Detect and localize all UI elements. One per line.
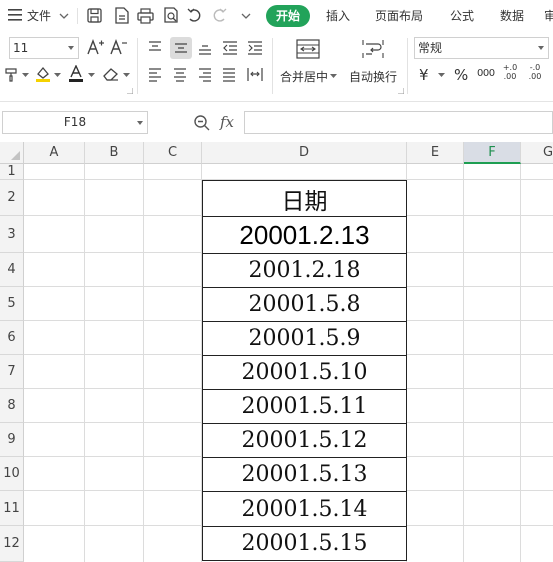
print-preview-icon[interactable]: [163, 7, 179, 24]
decrease-indent-icon[interactable]: [222, 41, 238, 55]
tab-home[interactable]: 开始: [266, 5, 310, 27]
clear-format-icon[interactable]: [102, 66, 120, 82]
row-header-8[interactable]: 8: [0, 389, 24, 423]
row-header-5[interactable]: 5: [0, 287, 24, 321]
cell-d9[interactable]: 20001.5.12: [202, 423, 407, 458]
file-menu[interactable]: 文件: [27, 0, 51, 32]
align-right-icon[interactable]: [198, 68, 212, 82]
chevron-down-icon[interactable]: [22, 73, 29, 77]
font-size-value: 11: [13, 41, 29, 55]
row-header-6[interactable]: 6: [0, 321, 24, 355]
row-header-10[interactable]: 10: [0, 457, 24, 491]
chevron-down-icon[interactable]: [88, 73, 95, 77]
cell-d11[interactable]: 20001.5.14: [202, 491, 407, 527]
row-header-2[interactable]: 2: [0, 180, 24, 216]
row-header-1[interactable]: 1: [0, 164, 24, 180]
tab-insert[interactable]: 插入: [326, 0, 350, 32]
cell-d4[interactable]: 2001.2.18: [202, 253, 407, 288]
tab-review[interactable]: 审: [544, 0, 553, 32]
increase-decimal-button[interactable]: +.0 .00: [501, 63, 519, 81]
align-left-icon[interactable]: [148, 68, 162, 82]
format-painter-icon[interactable]: [4, 66, 20, 82]
name-box[interactable]: F18: [2, 111, 148, 134]
cell-d6[interactable]: 20001.5.9: [202, 321, 407, 356]
cell-d12[interactable]: 20001.5.15: [202, 526, 407, 561]
redo-icon[interactable]: [212, 8, 227, 23]
menu-icon[interactable]: [8, 9, 22, 21]
cell-d8[interactable]: 20001.5.11: [202, 389, 407, 424]
row-header-3[interactable]: 3: [0, 216, 24, 253]
justify-icon[interactable]: [222, 68, 236, 82]
tab-page-layout[interactable]: 页面布局: [375, 0, 423, 32]
number-format-select[interactable]: 常规: [414, 37, 549, 59]
thousands-button[interactable]: 000: [477, 68, 495, 79]
column-header-g[interactable]: G: [521, 142, 553, 164]
print-icon[interactable]: [137, 8, 154, 24]
dialog-launcher-icon[interactable]: [127, 88, 133, 94]
distributed-align-icon[interactable]: [247, 67, 263, 82]
column-header-e[interactable]: E: [407, 142, 464, 164]
row-header-7[interactable]: 7: [0, 355, 24, 389]
merge-center-icon[interactable]: [296, 39, 320, 59]
currency-button[interactable]: ¥: [419, 66, 429, 84]
wrap-text-icon[interactable]: [362, 39, 384, 59]
align-middle-icon[interactable]: [174, 41, 188, 55]
fx-button[interactable]: fx: [220, 113, 234, 131]
percent-button[interactable]: %: [454, 66, 468, 84]
row-header-11[interactable]: 11: [0, 491, 24, 526]
select-all-corner[interactable]: [0, 142, 24, 164]
save-icon[interactable]: [87, 8, 102, 23]
column-header-f[interactable]: F: [464, 142, 521, 164]
export-pdf-icon[interactable]: [114, 7, 129, 24]
align-bottom-icon[interactable]: [198, 41, 212, 55]
chevron-down-icon[interactable]: [123, 73, 130, 77]
decrease-font-icon[interactable]: [110, 39, 128, 55]
spreadsheet-grid: A B C D E F G 1 2 3 4 5 6 7 8 9 10 11 12…: [0, 142, 553, 562]
tab-data[interactable]: 数据: [500, 0, 524, 32]
formula-input[interactable]: [244, 111, 553, 134]
name-box-value: F18: [63, 115, 87, 129]
menu-bar: 文件 开始 插入 页面布局 公式 数据 审: [0, 0, 553, 32]
undo-icon[interactable]: [187, 8, 202, 23]
column-header-c[interactable]: C: [144, 142, 202, 164]
row-header-12[interactable]: 12: [0, 526, 24, 562]
zoom-icon[interactable]: [193, 114, 211, 132]
row-header-4[interactable]: 4: [0, 253, 24, 287]
row-header-9[interactable]: 9: [0, 423, 24, 457]
font-size-select[interactable]: 11: [9, 37, 79, 59]
cell-d10[interactable]: 20001.5.13: [202, 457, 407, 492]
column-header-b[interactable]: B: [85, 142, 144, 164]
increase-indent-icon[interactable]: [247, 41, 263, 55]
column-header-a[interactable]: A: [24, 142, 85, 164]
ribbon-divider: [0, 101, 553, 102]
dialog-launcher-icon[interactable]: [398, 88, 404, 94]
merge-center-label[interactable]: 合并居中: [280, 68, 328, 85]
chevron-down-icon[interactable]: [54, 73, 61, 77]
increase-font-icon[interactable]: [87, 39, 105, 55]
tab-formulas[interactable]: 公式: [450, 0, 474, 32]
align-top-icon[interactable]: [148, 41, 162, 55]
cell-d7[interactable]: 20001.5.10: [202, 355, 407, 390]
wrap-text-label[interactable]: 自动换行: [349, 68, 397, 85]
column-header-d[interactable]: D: [202, 142, 407, 164]
formula-bar: F18 fx: [0, 108, 553, 138]
cell-d5[interactable]: 20001.5.8: [202, 287, 407, 322]
cell-d2-date-header[interactable]: 日期: [202, 180, 407, 217]
number-format-value: 常规: [418, 41, 443, 55]
chevron-down-icon[interactable]: [59, 13, 69, 19]
decrease-decimal-button[interactable]: -.0 .00: [526, 63, 544, 81]
font-color-icon[interactable]: [68, 65, 84, 83]
ribbon: 11 合并居中 自动换行 常规 ¥ % 000 +.0 .00 -.0 .00: [0, 32, 553, 100]
chevron-down-icon[interactable]: [438, 73, 445, 77]
cell-d3[interactable]: 20001.2.13: [202, 216, 407, 254]
align-center-icon[interactable]: [173, 68, 187, 82]
fill-color-icon[interactable]: [34, 65, 52, 83]
chevron-down-icon[interactable]: [330, 74, 337, 78]
chevron-down-icon[interactable]: [241, 13, 251, 19]
